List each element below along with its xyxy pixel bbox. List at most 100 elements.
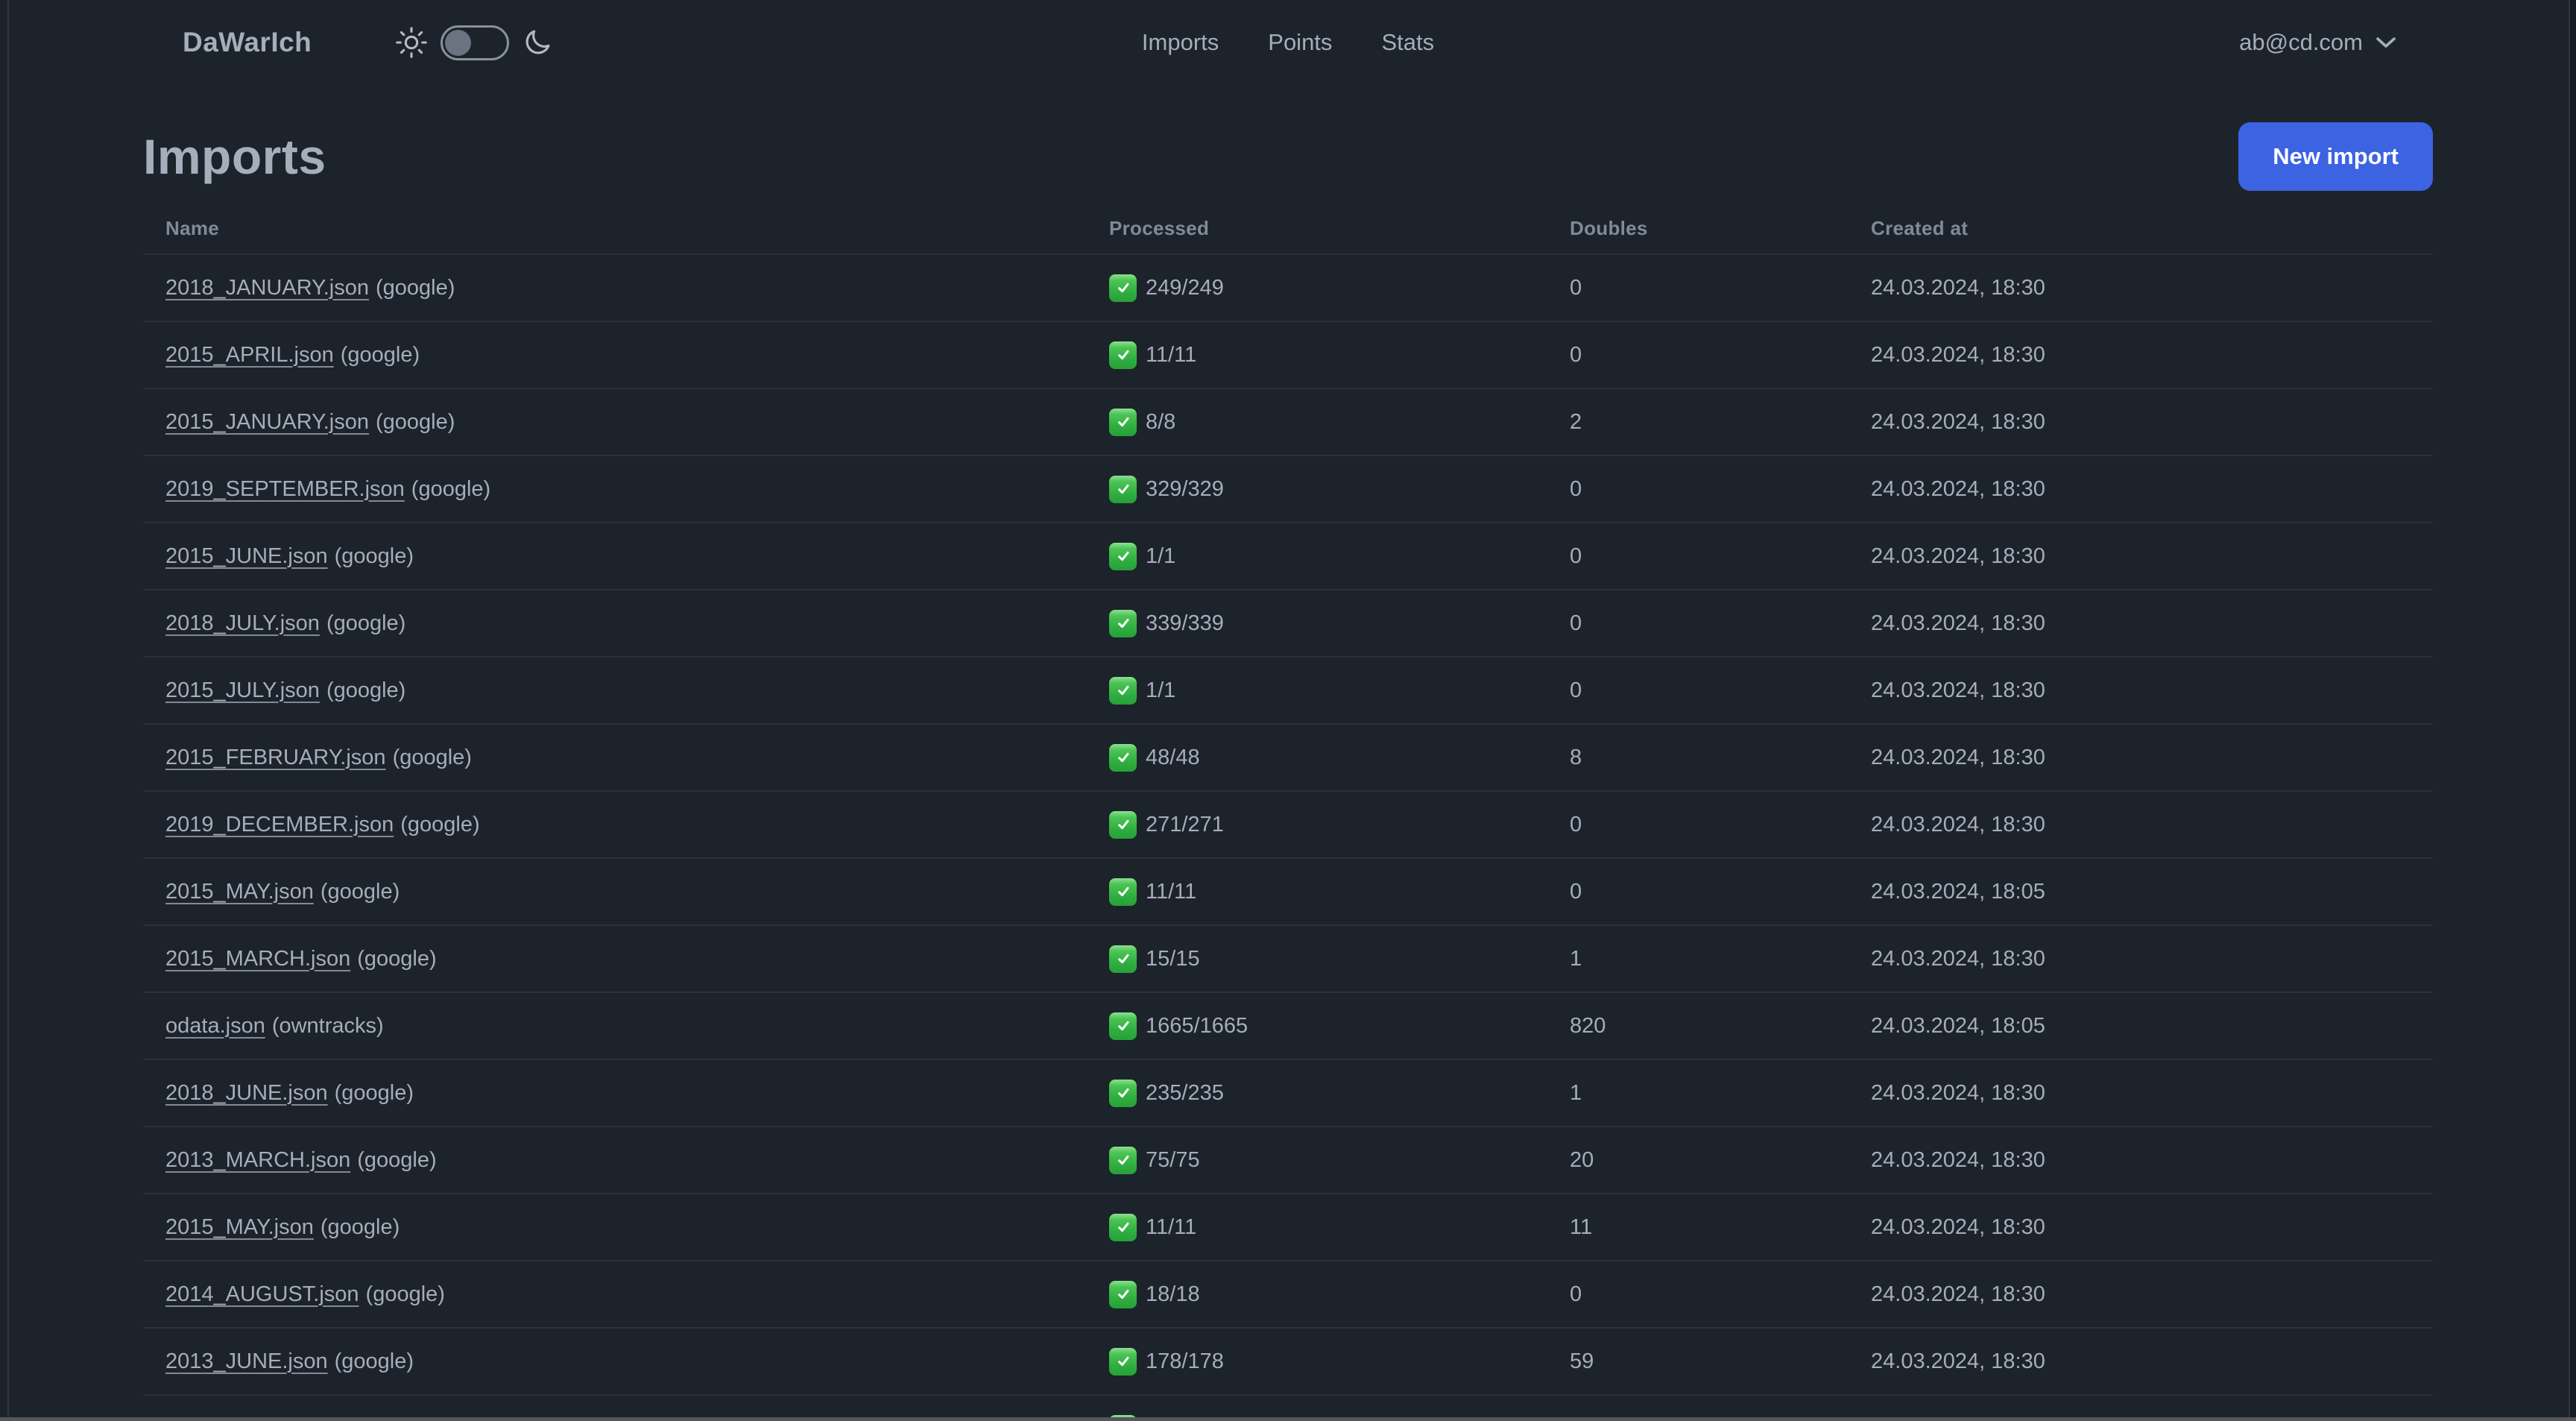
nav-link-stats[interactable]: Stats <box>1381 29 1434 56</box>
import-source-label: (google) <box>326 611 406 635</box>
processed-cell: 271/271 <box>1087 810 1547 839</box>
processed-cell: 18/18 <box>1087 1280 1547 1308</box>
table-row: 2018_JUNE.json (google) 235/235 1 24.03.2… <box>143 1060 2433 1127</box>
import-file-link[interactable]: 2015_MAY.json <box>165 880 314 904</box>
import-source-label: (google) <box>340 342 420 367</box>
import-source-label: (google) <box>326 678 406 702</box>
processed-cell: 75/75 <box>1087 1146 1547 1174</box>
check-icon <box>1109 609 1137 637</box>
navbar: DaWarIch Imports Points Stats ab@cd.com <box>0 0 2576 85</box>
theme-toggle[interactable] <box>395 25 553 60</box>
import-source-label: (google) <box>411 476 491 501</box>
created-at: 24.03.2024, 18:30 <box>1871 275 2045 300</box>
processed-cell: 339/339 <box>1087 609 1547 637</box>
processed-count: 1665/1665 <box>1146 1013 1248 1038</box>
check-icon <box>1109 878 1137 906</box>
processed-count: 1/1 <box>1146 678 1176 702</box>
processed-cell: 15/15 <box>1087 945 1547 973</box>
doubles-count: 20 <box>1570 1147 1594 1172</box>
import-file-link[interactable]: odata.json <box>165 1014 265 1038</box>
check-icon <box>1109 1146 1137 1174</box>
processed-count: 8/8 <box>1146 409 1176 434</box>
import-source-label: (google) <box>320 879 400 904</box>
processed-cell: 1/1 <box>1087 542 1547 570</box>
name-cell: 2019_DECEMBER.json (google) <box>143 813 1087 837</box>
user-menu[interactable]: ab@cd.com <box>2239 29 2397 56</box>
doubles-count: 11 <box>1570 1214 1593 1239</box>
import-file-link[interactable]: 2015_JULY.json <box>165 678 320 702</box>
check-icon <box>1109 945 1137 973</box>
import-file-link[interactable]: 2015_JANUARY.json <box>165 410 369 434</box>
theme-switch-knob <box>445 29 472 56</box>
import-file-link[interactable]: 2018_JUNE.json <box>165 1081 328 1105</box>
created-at: 24.03.2024, 18:30 <box>1871 1080 2045 1105</box>
window-edge-right <box>2570 0 2576 1421</box>
import-file-link[interactable]: 2015_FEBRUARY.json <box>165 746 386 769</box>
created-at: 24.03.2024, 18:30 <box>1871 1214 2045 1239</box>
processed-count: 18/18 <box>1146 1282 1200 1306</box>
table-row: 2015_MARCH.json (google) 15/15 1 24.03.20… <box>143 926 2433 993</box>
import-file-link[interactable]: 2013_MARCH.json <box>165 1148 350 1172</box>
name-cell: 2018_JULY.json (google) <box>143 611 1087 636</box>
table-row: 2018_JULY.json (google) 339/339 0 24.03.2… <box>143 590 2433 658</box>
import-file-link[interactable]: 2019_DECEMBER.json <box>165 813 394 836</box>
table-row: 2015_JULY.json (google) 1/1 0 24.03.2024,… <box>143 658 2433 725</box>
check-icon <box>1109 408 1137 436</box>
nav-link-imports[interactable]: Imports <box>1142 29 1219 56</box>
column-header-processed: Processed <box>1109 216 1210 239</box>
table-row: 2015_FEBRUARY.json (google) 48/48 8 24.03… <box>143 725 2433 792</box>
created-at: 24.03.2024, 18:30 <box>1871 476 2045 501</box>
import-file-link[interactable]: 2014_AUGUST.json <box>165 1282 359 1306</box>
table-row: 2015_MAY.json (google) 11/11 0 24.03.2024… <box>143 859 2433 926</box>
import-source-label: (google) <box>376 409 455 434</box>
check-icon <box>1109 743 1137 772</box>
import-file-link[interactable]: 2019_SEPTEMBER.json <box>165 477 405 501</box>
doubles-count: 1 <box>1570 1080 1582 1105</box>
created-at: 24.03.2024, 18:30 <box>1871 409 2045 434</box>
import-source-label: (google) <box>334 1080 414 1105</box>
app-logo[interactable]: DaWarIch <box>183 27 312 58</box>
processed-count: 329/329 <box>1146 476 1224 501</box>
name-cell: 2015_FEBRUARY.json (google) <box>143 746 1087 770</box>
import-file-link[interactable]: 2018_JULY.json <box>165 611 320 635</box>
user-email: ab@cd.com <box>2239 29 2363 55</box>
doubles-count: 2 <box>1570 409 1582 434</box>
table-row: 2014_AUGUST.json (google) 18/18 0 24.03.2… <box>143 1261 2433 1329</box>
check-icon <box>1109 1347 1137 1376</box>
doubles-count: 0 <box>1570 342 1582 367</box>
nav-link-points[interactable]: Points <box>1268 29 1332 56</box>
check-icon <box>1109 1280 1137 1308</box>
table-row: 2015_MAY.json (google) 11/11 11 24.03.202… <box>143 1194 2433 1261</box>
check-icon <box>1109 1012 1137 1040</box>
import-file-link[interactable]: 2018_JANUARY.json <box>165 276 369 300</box>
table-row: 2019_DECEMBER.json (google) 271/271 0 24.… <box>143 792 2433 859</box>
import-file-link[interactable]: 2015_MAY.json <box>165 1215 314 1239</box>
table-row: 2015_APRIL.json (google) 11/11 0 24.03.20… <box>143 322 2433 389</box>
table-row: 2019_SEPTEMBER.json (google) 329/329 0 24… <box>143 456 2433 523</box>
check-icon <box>1109 1079 1137 1107</box>
processed-cell: 11/11 <box>1087 878 1547 906</box>
name-cell: 2013_JUNE.json (google) <box>143 1349 1087 1374</box>
import-source-label: (owntracks) <box>271 1013 384 1038</box>
import-file-link[interactable]: 2013_JUNE.json <box>165 1349 328 1373</box>
doubles-count: 0 <box>1570 476 1582 501</box>
main-content: Imports New import Name Processed Double… <box>0 121 2576 1421</box>
moon-icon <box>522 27 553 58</box>
table-body: 2018_JANUARY.json (google) 249/249 0 24.0… <box>143 255 2433 1421</box>
import-file-link[interactable]: 2015_MARCH.json <box>165 947 350 971</box>
created-at: 24.03.2024, 18:30 <box>1871 1349 2045 1373</box>
processed-cell: 1665/1665 <box>1087 1012 1547 1040</box>
theme-switch-track[interactable] <box>441 25 510 60</box>
sun-icon <box>395 26 428 59</box>
import-file-link[interactable]: 2015_APRIL.json <box>165 343 334 367</box>
import-source-label: (google) <box>320 1214 400 1239</box>
import-file-link[interactable]: 2015_JUNE.json <box>165 544 328 568</box>
doubles-count: 1 <box>1570 946 1582 971</box>
doubles-count: 0 <box>1570 812 1582 836</box>
new-import-button[interactable]: New import <box>2238 122 2433 191</box>
processed-count: 249/249 <box>1146 275 1224 300</box>
name-cell: 2015_JUNE.json (google) <box>143 544 1087 569</box>
name-cell: 2015_MAY.json (google) <box>143 1215 1087 1240</box>
table-row: 2015_JANUARY.json (google) 8/8 2 24.03.20… <box>143 389 2433 456</box>
import-source-label: (google) <box>400 812 480 836</box>
